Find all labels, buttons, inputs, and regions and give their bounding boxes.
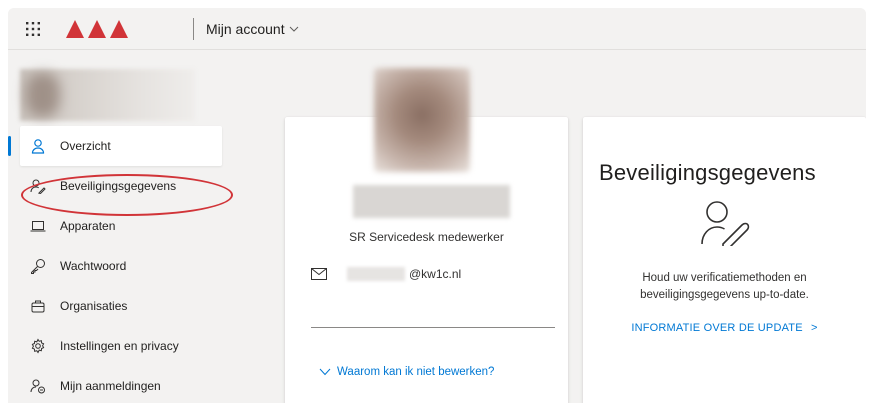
mail-icon xyxy=(311,268,327,280)
laptop-icon xyxy=(30,218,46,234)
sidebar-item-organisaties[interactable]: Organisaties xyxy=(8,286,222,326)
security-card-description: Houd uw verificatiemethoden en beveiligi… xyxy=(583,270,866,304)
chevron-down-icon xyxy=(319,368,331,376)
organization-logo[interactable] xyxy=(66,20,128,38)
sidebar-item-label: Wachtwoord xyxy=(60,259,127,273)
sidebar-item-label: Beveiligingsgegevens xyxy=(60,179,177,193)
update-info-link[interactable]: INFORMATIE OVER DE UPDATE > xyxy=(583,322,866,334)
briefcase-icon xyxy=(30,298,46,314)
email-domain: @kw1c.nl xyxy=(409,267,462,281)
sidebar-item-wachtwoord[interactable]: Wachtwoord xyxy=(8,246,222,286)
app-title: Mijn account xyxy=(206,21,285,37)
why-cant-edit-label: Waarom kan ik niet bewerken? xyxy=(337,366,495,378)
profile-photo xyxy=(374,68,470,172)
sidebar-item-label: Apparaten xyxy=(60,219,116,233)
app-window: Mijn account Overzicht Beveiligingsgegev… xyxy=(8,8,866,403)
gear-icon xyxy=(30,338,46,354)
security-info-card: Beveiligingsgegevens Houd uw verificatie… xyxy=(583,117,866,403)
sidebar-item-beveiligingsgegevens[interactable]: Beveiligingsgegevens xyxy=(8,166,222,206)
app-launcher-icon[interactable] xyxy=(25,21,41,37)
person-icon xyxy=(30,138,46,154)
person-key-icon xyxy=(30,178,46,194)
sidebar-item-overzicht[interactable]: Overzicht xyxy=(8,126,222,166)
sidebar-item-mijn-aanmeldingen[interactable]: Mijn aanmeldingen xyxy=(8,366,222,403)
security-desc-line-2: beveiligingsgegevens up-to-date. xyxy=(640,289,809,301)
user-name-redacted xyxy=(353,185,510,218)
email-row: @kw1c.nl xyxy=(311,267,461,281)
key-icon xyxy=(30,258,46,274)
job-title: SR Servicedesk medewerker xyxy=(349,230,504,244)
sidebar-item-label: Mijn aanmeldingen xyxy=(60,379,161,393)
person-key-icon xyxy=(701,201,750,246)
chevron-down-icon xyxy=(289,26,298,32)
sidebar-nav: Overzicht Beveiligingsgegevens Apparaten… xyxy=(8,126,222,403)
person-sync-icon xyxy=(30,378,46,394)
email-user-redacted xyxy=(347,267,405,281)
update-info-label: INFORMATIE OVER DE UPDATE xyxy=(631,322,803,334)
sidebar-item-label: Organisaties xyxy=(60,299,128,313)
sidebar-item-instellingen[interactable]: Instellingen en privacy xyxy=(8,326,222,366)
profile-divider xyxy=(311,327,555,328)
sidebar-item-label: Instellingen en privacy xyxy=(60,339,179,353)
top-bar: Mijn account xyxy=(8,8,866,50)
header-divider xyxy=(193,18,194,40)
security-card-title: Beveiligingsgegevens xyxy=(599,160,816,185)
my-account-menu[interactable]: Mijn account xyxy=(206,21,299,37)
user-banner-redacted xyxy=(20,69,195,121)
sidebar-item-label: Overzicht xyxy=(60,139,111,153)
why-cant-edit-link[interactable]: Waarom kan ik niet bewerken? xyxy=(319,366,494,378)
sidebar-item-apparaten[interactable]: Apparaten xyxy=(8,206,222,246)
chevron-right-icon: > xyxy=(811,322,818,334)
security-desc-line-1: Houd uw verificatiemethoden en xyxy=(642,272,807,284)
